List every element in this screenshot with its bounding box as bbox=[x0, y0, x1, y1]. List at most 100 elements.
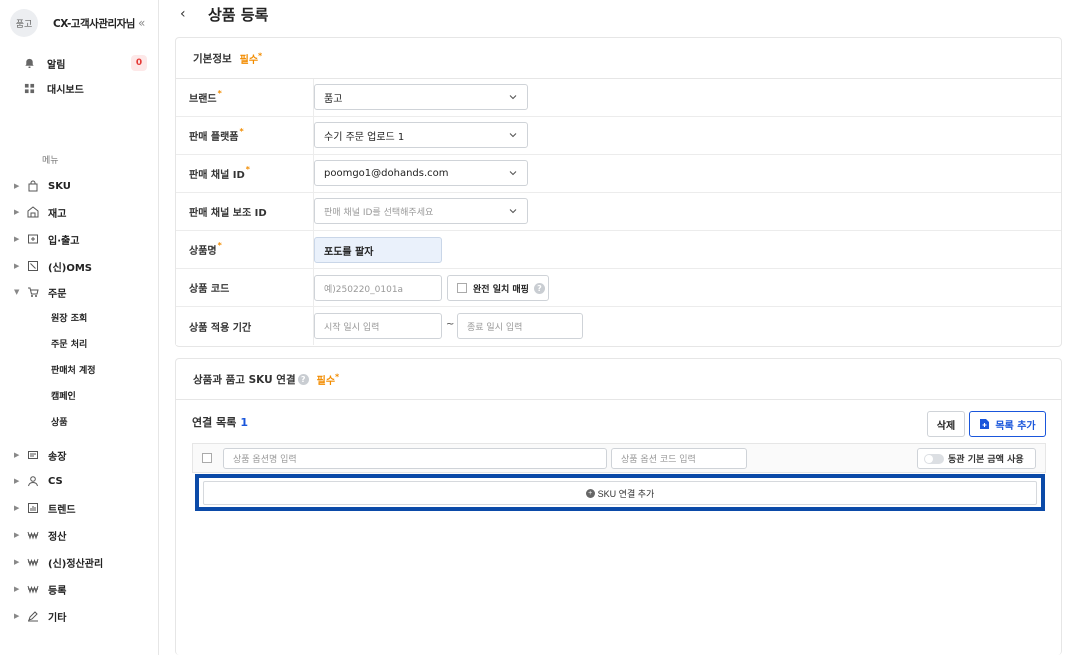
bell-icon bbox=[22, 56, 36, 70]
product-name-label-text: 상품명 bbox=[189, 246, 217, 257]
page-header: ‹ 상품 등록 bbox=[180, 2, 268, 26]
pencil-icon bbox=[26, 609, 40, 623]
chevron-down-icon bbox=[509, 171, 517, 176]
required-badge: 필수* bbox=[240, 51, 263, 65]
channel-select[interactable]: poomgo1@dohands.com bbox=[314, 160, 528, 186]
chevron-right-icon: ▶ bbox=[14, 235, 20, 243]
avatar: 품고 bbox=[10, 9, 38, 37]
brand-select[interactable]: 품고 bbox=[314, 84, 528, 110]
nav-oms[interactable]: ▶ (신)OMS bbox=[14, 257, 92, 275]
nav-cs[interactable]: ▶ CS bbox=[14, 472, 63, 490]
nav-seller-account[interactable]: 판매처 계정 bbox=[51, 364, 96, 378]
won-icon bbox=[26, 582, 40, 596]
back-icon[interactable]: ‹ bbox=[180, 6, 200, 22]
basic-info-card: 기본정보 필수* 브랜드 * 품고 판매 플랫폼 * 수기 주문 업로드 1 판매 … bbox=[175, 37, 1062, 347]
menu-section-label: 메뉴 bbox=[42, 156, 59, 166]
nav-invoice-label: 송장 bbox=[48, 451, 67, 463]
brand-select-value: 품고 bbox=[324, 93, 343, 105]
cart-icon bbox=[26, 285, 40, 299]
nav-dashboard[interactable]: 대시보드 bbox=[22, 79, 147, 97]
invoice-icon bbox=[26, 448, 40, 462]
nav-new-settlement[interactable]: ▶ (신)정산관리 bbox=[14, 553, 103, 571]
link-list-title-text: 연결 목록 bbox=[192, 416, 237, 429]
product-code-input[interactable]: 예)250220_0101a bbox=[314, 275, 442, 301]
platform-select[interactable]: 수기 주문 업로드 1 bbox=[314, 122, 528, 148]
channel-label-text: 판매 채널 ID bbox=[189, 170, 245, 181]
sku-link-title: 상품과 품고 SKU 연결 bbox=[193, 373, 296, 386]
row-product-code: 상품 코드 예)250220_0101a 완전 일치 매핑 ? bbox=[176, 269, 1061, 307]
sku-add-highlight: + SKU 연결 추가 bbox=[195, 474, 1045, 511]
exact-match-label: 완전 일치 매핑 bbox=[473, 284, 529, 295]
required-star: * bbox=[245, 165, 250, 174]
nav-alarm[interactable]: 알림 0 bbox=[22, 54, 147, 72]
default-price-label: 동관 기본 금액 사용 bbox=[948, 455, 1024, 465]
nav-alarm-label: 알림 bbox=[47, 59, 66, 71]
help-icon[interactable]: ? bbox=[533, 282, 545, 294]
exact-match-checkbox[interactable]: 완전 일치 매핑 ? bbox=[447, 275, 549, 301]
option-name-input[interactable]: 상품 옵션명 입력 bbox=[223, 448, 607, 469]
end-date-input[interactable]: 종료 일시 입력 bbox=[457, 313, 583, 339]
sku-link-card: 상품과 품고 SKU 연결 ? 필수* 연결 목록 1 삭제 목록 추가 상품 옵… bbox=[175, 358, 1062, 655]
nav-register[interactable]: ▶ 등록 bbox=[14, 580, 66, 598]
select-all-checkbox[interactable] bbox=[202, 453, 212, 463]
nav-settlement[interactable]: ▶ 정산 bbox=[14, 526, 66, 544]
nav-campaign[interactable]: 캠페인 bbox=[51, 390, 76, 404]
nav-trend[interactable]: ▶ 트렌드 bbox=[14, 499, 76, 517]
oms-icon bbox=[26, 259, 40, 273]
sku-link-header: 상품과 품고 SKU 연결 ? 필수* bbox=[176, 359, 1061, 400]
option-code-input[interactable]: 상품 옵션 코드 입력 bbox=[611, 448, 747, 469]
chevron-right-icon: ▶ bbox=[14, 504, 20, 512]
chevron-right-icon: ▶ bbox=[14, 477, 20, 485]
sub-channel-select[interactable]: 판매 채널 ID를 선택해주세요 bbox=[314, 198, 528, 224]
bag-icon bbox=[26, 179, 40, 193]
chevron-right-icon: ▶ bbox=[14, 612, 20, 620]
collapse-sidebar-icon[interactable]: « bbox=[138, 16, 145, 30]
required-star: * bbox=[217, 89, 222, 98]
nav-dashboard-label: 대시보드 bbox=[47, 84, 84, 96]
nav-order-process[interactable]: 주문 처리 bbox=[51, 338, 87, 352]
nav-stock[interactable]: ▶ 재고 bbox=[14, 203, 66, 221]
nav-order[interactable]: ▼ 주문 bbox=[14, 283, 66, 301]
nav-sku-label: SKU bbox=[48, 180, 71, 192]
link-list-count: 1 bbox=[240, 416, 248, 429]
nav-product[interactable]: 상품 bbox=[51, 416, 68, 430]
nav-sku[interactable]: ▶ SKU bbox=[14, 177, 71, 195]
checkbox[interactable] bbox=[457, 283, 467, 293]
date-separator: ~ bbox=[446, 319, 455, 330]
nav-oms-label: (신)OMS bbox=[48, 262, 92, 274]
add-sku-link-label: SKU 연결 추가 bbox=[597, 488, 655, 499]
add-list-label: 목록 추가 bbox=[995, 420, 1036, 432]
brand-label-text: 브랜드 bbox=[189, 94, 217, 105]
start-date-input[interactable]: 시작 일시 입력 bbox=[314, 313, 442, 339]
chevron-down-icon: ▼ bbox=[14, 288, 20, 296]
chevron-right-icon: ▶ bbox=[14, 182, 20, 190]
required-star: * bbox=[217, 241, 222, 250]
chevron-right-icon: ▶ bbox=[14, 558, 20, 566]
add-sku-link-button[interactable]: + SKU 연결 추가 bbox=[203, 481, 1037, 505]
row-product-name: 상품명 * 포도를 팔자 bbox=[176, 231, 1061, 269]
required-star: * bbox=[239, 127, 244, 136]
nav-stock-label: 재고 bbox=[48, 208, 67, 220]
toggle-switch[interactable] bbox=[924, 454, 944, 464]
default-price-toggle[interactable]: 동관 기본 금액 사용 bbox=[917, 448, 1036, 469]
box-icon bbox=[26, 232, 40, 246]
row-period: 상품 적용 기간 시작 일시 입력 ~ 종료 일시 입력 bbox=[176, 307, 1061, 345]
document-add-icon bbox=[980, 419, 990, 429]
period-label: 상품 적용 기간 bbox=[176, 307, 314, 345]
chevron-down-icon bbox=[509, 95, 517, 100]
sub-channel-placeholder: 판매 채널 ID를 선택해주세요 bbox=[324, 207, 434, 218]
add-list-button[interactable]: 목록 추가 bbox=[969, 411, 1046, 437]
nav-inout[interactable]: ▶ 입·출고 bbox=[14, 230, 79, 248]
row-platform: 판매 플랫폼 * 수기 주문 업로드 1 bbox=[176, 117, 1061, 155]
delete-button[interactable]: 삭제 bbox=[927, 411, 965, 437]
won-icon bbox=[26, 528, 40, 542]
nav-inout-label: 입·출고 bbox=[48, 235, 80, 247]
warehouse-icon bbox=[26, 205, 40, 219]
dashboard-icon bbox=[22, 81, 36, 95]
product-name-input[interactable]: 포도를 팔자 bbox=[314, 237, 442, 263]
nav-order-ledger[interactable]: 원장 조회 bbox=[51, 312, 87, 326]
chevron-right-icon: ▶ bbox=[14, 531, 20, 539]
help-icon[interactable]: ? bbox=[297, 373, 309, 385]
nav-invoice[interactable]: ▶ 송장 bbox=[14, 446, 66, 464]
nav-etc[interactable]: ▶ 기타 bbox=[14, 607, 66, 625]
